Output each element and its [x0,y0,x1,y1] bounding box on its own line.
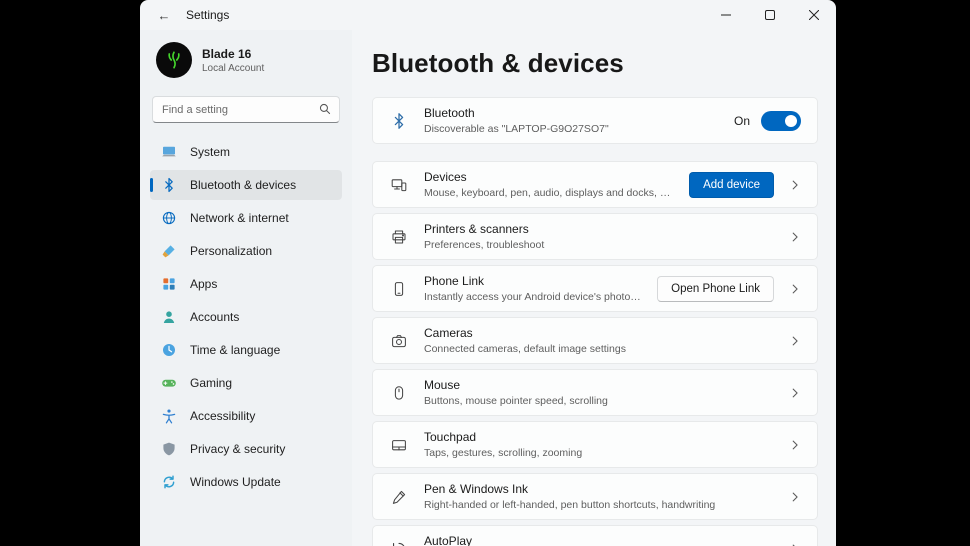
card-mouse[interactable]: Mouse Buttons, mouse pointer speed, scro… [372,369,818,416]
personalization-icon [161,243,177,259]
apps-icon [161,276,177,292]
update-icon [161,474,177,490]
main-content: Bluetooth & devices Bluetooth Discoverab… [352,30,836,546]
sidebar: Blade 16 Local Account System Bluetoo [140,30,352,546]
touchpad-icon [389,435,409,455]
card-autoplay[interactable]: AutoPlay Defaults for removable drives a… [372,525,818,546]
card-cameras[interactable]: Cameras Connected cameras, default image… [372,317,818,364]
user-name: Blade 16 [202,47,264,61]
search-icon [318,102,332,121]
bluetooth-toggle-state-label: On [734,114,750,128]
camera-icon [389,331,409,351]
minimize-button[interactable] [704,0,748,30]
sidebar-item-network-internet[interactable]: Network & internet [150,203,342,233]
card-touchpad[interactable]: Touchpad Taps, gestures, scrolling, zoom… [372,421,818,468]
autoplay-icon [389,539,409,546]
card-printers-scanners[interactable]: Printers & scanners Preferences, trouble… [372,213,818,260]
bluetooth-toggle[interactable] [761,111,801,131]
gaming-icon [161,375,177,391]
back-button[interactable]: ← [152,3,176,27]
sidebar-item-apps[interactable]: Apps [150,269,342,299]
chevron-right-icon [789,439,801,451]
mouse-icon [389,383,409,403]
devices-action-button[interactable]: Add device [689,172,774,198]
bluetooth-subtitle: Discoverable as "LAPTOP-G9O27SO7" [424,123,719,135]
sidebar-item-privacy-security[interactable]: Privacy & security [150,434,342,464]
page-title: Bluetooth & devices [372,48,818,79]
settings-cards: Devices Mouse, keyboard, pen, audio, dis… [372,161,818,546]
window-title: Settings [186,8,229,22]
bluetooth-toggle-card: Bluetooth Discoverable as "LAPTOP-G9O27S… [372,97,818,144]
maximize-button[interactable] [748,0,792,30]
phone-link-action-button[interactable]: Open Phone Link [657,276,774,302]
sidebar-item-windows-update[interactable]: Windows Update [150,467,342,497]
sidebar-item-accessibility[interactable]: Accessibility [150,401,342,431]
sidebar-item-accounts[interactable]: Accounts [150,302,342,332]
chevron-right-icon [789,179,801,191]
user-account-type: Local Account [202,63,264,74]
sidebar-item-bluetooth-devices[interactable]: Bluetooth & devices [150,170,342,200]
time-icon [161,342,177,358]
system-icon [161,144,177,160]
user-profile[interactable]: Blade 16 Local Account [150,36,342,84]
settings-window: ← Settings [140,0,836,546]
bluetooth-icon [389,111,409,131]
pen-icon [389,487,409,507]
privacy-icon [161,441,177,457]
card-phone-link[interactable]: Phone Link Instantly access your Android… [372,265,818,312]
devices-icon [389,175,409,195]
chevron-right-icon [789,491,801,503]
sidebar-item-gaming[interactable]: Gaming [150,368,342,398]
sidebar-item-personalization[interactable]: Personalization [150,236,342,266]
card-pen-windows-ink[interactable]: Pen & Windows Ink Right-handed or left-h… [372,473,818,520]
bluetooth-icon [161,177,177,193]
sidebar-nav: System Bluetooth & devices Network & int… [150,137,342,497]
chevron-right-icon [789,335,801,347]
accessibility-icon [161,408,177,424]
search-box [152,96,340,123]
network-icon [161,210,177,226]
sidebar-item-system[interactable]: System [150,137,342,167]
screen-background: ← Settings [0,0,970,546]
search-input[interactable] [152,96,340,123]
bluetooth-title: Bluetooth [424,106,719,120]
chevron-right-icon [789,283,801,295]
close-button[interactable] [792,0,836,30]
accounts-icon [161,309,177,325]
window-controls [704,0,836,30]
chevron-right-icon [789,387,801,399]
chevron-right-icon [789,543,801,546]
avatar [156,42,192,78]
chevron-right-icon [789,231,801,243]
app-body: Blade 16 Local Account System Bluetoo [140,30,836,546]
card-devices[interactable]: Devices Mouse, keyboard, pen, audio, dis… [372,161,818,208]
sidebar-item-time-language[interactable]: Time & language [150,335,342,365]
phone-icon [389,279,409,299]
printer-icon [389,227,409,247]
titlebar: ← Settings [140,0,836,30]
